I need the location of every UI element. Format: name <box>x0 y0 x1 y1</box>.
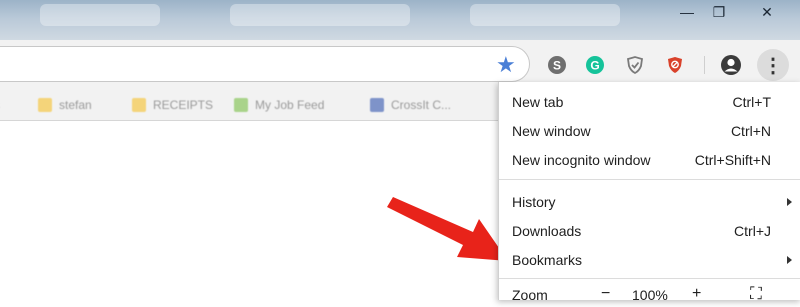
menu-item-shortcut: Ctrl+T <box>732 94 772 110</box>
bookmark-item[interactable]: My Job Feed <box>234 96 324 114</box>
svg-text:G: G <box>590 59 599 73</box>
skype-extension-button[interactable]: S <box>546 54 568 76</box>
menu-item-shortcut: Ctrl+Shift+N <box>694 152 771 168</box>
bookmark-label: stefan <box>59 98 92 112</box>
window-titlebar: — ❐ ✕ <box>0 0 800 40</box>
minimize-icon: — <box>680 4 694 20</box>
minimize-button[interactable]: — <box>672 0 702 24</box>
restore-button[interactable]: ❐ <box>704 0 734 24</box>
folder-icon <box>132 98 146 112</box>
close-window-button[interactable]: ✕ <box>738 0 796 24</box>
bookmark-item[interactable]: stefan <box>38 96 92 114</box>
menu-item-label: Downloads <box>512 223 582 239</box>
bookmark-label: RECEIPTS <box>153 98 214 112</box>
red-arrow-annotation <box>387 197 508 261</box>
menu-item-label: History <box>512 194 556 210</box>
toolbar-divider <box>704 56 705 74</box>
menu-item-shortcut: Ctrl+J <box>734 223 771 239</box>
zoom-level: 100% <box>632 287 668 303</box>
menu-separator <box>499 179 800 180</box>
chrome-main-menu: New tab Ctrl+T New window Ctrl+N New inc… <box>498 82 800 303</box>
bookmark-item[interactable]: RECEIPTS <box>132 96 213 114</box>
titlebar-blur <box>230 4 410 26</box>
close-icon: ✕ <box>761 3 773 20</box>
submenu-arrow-icon <box>787 256 792 264</box>
menu-item-label: New tab <box>512 94 564 110</box>
bookmark-label: My Job Feed <box>255 98 325 112</box>
address-bar[interactable] <box>0 46 530 82</box>
menu-item-new-tab[interactable]: New tab Ctrl+T <box>499 89 800 117</box>
adblock-shield-icon <box>668 57 682 73</box>
menu-item-new-incognito-window[interactable]: New incognito window Ctrl+Shift+N <box>499 147 800 175</box>
menu-item-label: New window <box>512 123 591 139</box>
zoom-label: Zoom <box>512 287 548 303</box>
menu-item-downloads[interactable]: Downloads Ctrl+J <box>499 218 800 246</box>
profile-button[interactable] <box>720 54 742 76</box>
zoom-out-button[interactable]: − <box>601 285 610 303</box>
menu-item-new-window[interactable]: New window Ctrl+N <box>499 118 800 146</box>
menu-item-shortcut: Ctrl+N <box>730 123 771 139</box>
menu-item-label: New incognito window <box>512 152 651 168</box>
avatar-icon <box>721 55 741 75</box>
grammarly-extension-button[interactable]: G <box>584 54 606 76</box>
menu-item-history[interactable]: History <box>499 189 800 217</box>
skype-icon: S <box>548 56 566 74</box>
bookmark-favicon-icon <box>234 98 248 112</box>
shield-extension-button[interactable] <box>624 54 646 76</box>
grammarly-icon: G <box>586 56 604 74</box>
bookmark-label: CrossIt C... <box>391 98 452 112</box>
bookmark-star-icon[interactable]: ★ <box>496 54 516 76</box>
adblock-extension-button[interactable] <box>664 54 686 76</box>
submenu-arrow-icon <box>787 198 792 206</box>
titlebar-blur <box>470 4 620 26</box>
menu-item-bookmarks[interactable]: Bookmarks <box>499 247 800 275</box>
menu-item-label: Bookmarks <box>512 252 583 268</box>
folder-icon <box>38 98 52 112</box>
bookmark-item[interactable]: CrossIt C... <box>370 96 451 114</box>
fullscreen-icon[interactable]: ⛶ <box>750 284 762 304</box>
chrome-menu-button[interactable]: ⋮ <box>757 49 789 81</box>
svg-text:S: S <box>553 59 561 73</box>
kebab-menu-icon: ⋮ <box>763 54 783 77</box>
shield-check-icon <box>626 56 644 75</box>
menu-separator <box>499 278 800 279</box>
menu-zoom-row: Zoom − 100% + ⛶ <box>499 284 800 307</box>
zoom-in-button[interactable]: + <box>692 285 701 303</box>
titlebar-blur <box>40 4 160 26</box>
bookmark-favicon-icon <box>370 98 384 112</box>
restore-icon: ❐ <box>712 3 726 20</box>
